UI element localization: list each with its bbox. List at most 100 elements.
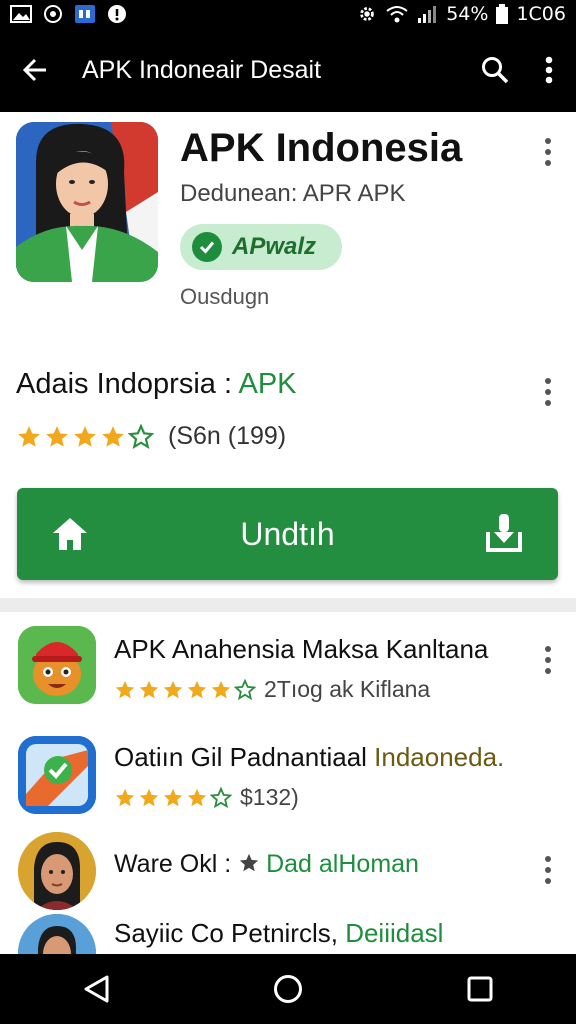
info-title-accent: APK (238, 368, 297, 400)
more-dot (545, 378, 551, 384)
list-item-title-text: Sayiic Co Petnircls, (114, 918, 346, 948)
more-dot (545, 646, 551, 652)
nav-home-button[interactable] (258, 959, 318, 1019)
app-icon[interactable] (16, 122, 158, 282)
header-more-button[interactable] (536, 134, 560, 170)
nav-back-button[interactable] (66, 959, 126, 1019)
list-item-stars (114, 786, 232, 809)
section-divider (0, 598, 576, 612)
star-filled-icon (187, 788, 207, 806)
status-right: 54% 1C06 (356, 3, 566, 25)
download-icon (486, 514, 522, 552)
list-item-rating-row: 2Tıog ak Kiflana (114, 676, 430, 703)
check-icon (192, 232, 222, 262)
list-item[interactable]: Ware Okl : Dad alHoman (0, 830, 576, 910)
wifi-icon (386, 6, 408, 23)
star-filled-icon (163, 680, 183, 698)
info-title-text: Adais Indoprsia : (16, 368, 239, 400)
battery-percent: 54% (446, 3, 489, 25)
list-item-title-accent: Deiiidasl (345, 918, 444, 948)
overflow-menu-button[interactable] (522, 28, 576, 112)
settings-icon (360, 7, 375, 21)
app-header-card: APK Indonesia Dedunean: APR APK APwalz O… (0, 112, 576, 598)
battery-icon (496, 4, 509, 24)
list-item-title-text: Oatiın Gil Padnantiaal (114, 742, 375, 772)
list-item-title-accent: Indaoneda. (374, 742, 505, 772)
more-dot (545, 149, 551, 155)
info-more-button[interactable] (536, 374, 560, 410)
verified-badge-label: APwalz (232, 233, 317, 260)
star-filled-icon (163, 788, 183, 806)
rating-text: (S6n (199) (168, 422, 287, 450)
screen: 54% 1C06 APK Indoneair Desait APK Indone… (0, 0, 576, 1024)
list-item[interactable]: APK Anahensia Maksa Kanltana 2Tıog ak Ki… (0, 626, 576, 722)
more-dot (545, 867, 551, 873)
list-item-subtitle: $132) (240, 784, 299, 810)
star-icon (239, 853, 259, 872)
app-icon-portrait (16, 122, 158, 282)
list-item[interactable]: Sayiic Co Petnircls, Deiiidasl (0, 912, 576, 954)
more-dot (545, 138, 551, 144)
list-item-rating-row: $132) (114, 784, 299, 811)
nav-recents-button[interactable] (450, 959, 510, 1019)
search-button[interactable] (468, 28, 522, 112)
list-item-title: Ware Okl : Dad alHoman (114, 850, 419, 879)
star-filled-icon (139, 680, 159, 698)
back-button[interactable] (0, 28, 70, 112)
clock: 1C06 (516, 3, 566, 25)
rating-row: (S6n (199) (16, 422, 286, 451)
back-arrow-icon (22, 58, 46, 82)
star-filled-icon (139, 788, 159, 806)
list-item[interactable]: Oatiın Gil Padnantiaal Indaoneda. $132) (0, 732, 576, 828)
list-item-title: Sayiic Co Petnircls, Deiiidasl (114, 918, 443, 949)
more-dot (545, 389, 551, 395)
search-icon (482, 57, 509, 84)
list-item-stars (114, 678, 256, 701)
star-empty-icon (210, 786, 232, 808)
list-item-subtitle: 2Tıog ak Kiflana (264, 676, 431, 702)
related-apps-list: APK Anahensia Maksa Kanltana 2Tıog ak Ki… (0, 612, 576, 954)
nav-recents-icon (467, 976, 493, 1002)
more-vert-icon (545, 56, 553, 84)
location-icon (108, 5, 126, 23)
app-subtitle: Ousdugn (180, 284, 270, 309)
image-icon (10, 5, 32, 23)
star-empty-icon (234, 678, 256, 700)
star-filled-icon (46, 425, 68, 447)
list-item-more-button[interactable] (536, 642, 560, 678)
app-icon (75, 5, 95, 23)
star-filled-icon (18, 425, 40, 447)
verified-badge: APwalz (180, 224, 342, 270)
status-bar: 54% 1C06 (0, 0, 576, 28)
list-item-title: APK Anahensia Maksa Kanltana (114, 634, 489, 664)
star-filled-icon (115, 680, 135, 698)
nav-home-icon (274, 975, 302, 1003)
star-filled-icon (74, 425, 96, 447)
whatsapp-icon (44, 5, 62, 23)
list-item-title: Oatiın Gil Padnantiaal Indaoneda. (114, 742, 504, 773)
developer-name[interactable]: Dedunean: APR APK (180, 180, 406, 208)
list-item-icon (18, 832, 96, 910)
more-dot (545, 657, 551, 663)
list-item-icon (18, 736, 96, 814)
star-empty-icon (128, 423, 154, 449)
home-icon (53, 518, 87, 550)
more-dot (545, 856, 551, 862)
more-dot (545, 400, 551, 406)
list-item-icon (18, 626, 96, 704)
signal-icon (418, 6, 437, 23)
list-item-title-accent: Dad alHoman (266, 850, 419, 878)
list-item-more-button[interactable] (536, 852, 560, 888)
more-dot (545, 878, 551, 884)
system-nav-bar (0, 954, 576, 1024)
more-dot (545, 160, 551, 166)
star-filled-icon (102, 425, 124, 447)
app-name: APK Indonesia (180, 126, 463, 170)
nav-back-icon (84, 975, 109, 1003)
info-title: Adais Indoprsia : APK (16, 368, 297, 401)
list-item-icon (18, 914, 96, 954)
app-bar-title: APK Indoneair Desait (82, 55, 322, 84)
star-filled-icon (187, 680, 207, 698)
star-filled-icon (211, 680, 231, 698)
install-button[interactable]: Undtıh (17, 488, 558, 580)
